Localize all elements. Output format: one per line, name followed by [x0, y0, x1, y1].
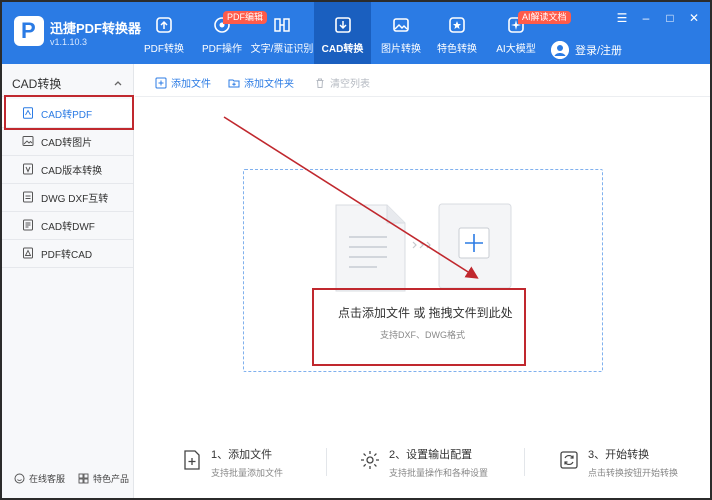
add-folder-button[interactable]: 添加文件夹	[228, 75, 294, 90]
nav-label: PDF转换	[144, 44, 184, 55]
step-desc: 支持批量添加文件	[211, 468, 284, 478]
file-toolbar: 添加文件 添加文件夹 清空列表	[135, 64, 710, 97]
step-add-file: 1、添加文件 支持批量添加文件	[181, 446, 283, 479]
headset-icon	[14, 473, 25, 484]
sidebar-item-label: DWG DXF互转	[41, 193, 109, 205]
image-convert-icon	[393, 18, 409, 32]
nav-feature-convert[interactable]: 特色转换	[436, 2, 478, 64]
sidebar-item-cad-to-image[interactable]: CAD转图片	[2, 127, 133, 155]
add-plus-illustration-icon	[438, 203, 512, 289]
add-file-icon	[155, 77, 167, 88]
nav-label: 特色转换	[437, 44, 477, 55]
logo-letter-p-icon: P	[21, 18, 36, 43]
minimize-icon[interactable]: –	[638, 10, 654, 26]
sidebar-divider	[2, 267, 133, 268]
featured-products-label: 特色产品	[93, 474, 130, 484]
nav-label: 图片转换	[381, 44, 421, 55]
app-version: v1.1.10.3	[50, 37, 88, 47]
sidebar-heading-label: CAD转换	[12, 76, 62, 91]
step-output-settings: 2、设置输出配置 支持批量操作和各种设置	[359, 446, 488, 479]
sidebar-item-dwg-dxf[interactable]: DWG DXF互转	[2, 183, 133, 211]
window-controls: ☰ – □ ✕	[614, 10, 702, 26]
login-register-button[interactable]: 登录/注册	[551, 41, 622, 59]
app-logo: P	[14, 16, 44, 46]
online-service-label: 在线客服	[29, 474, 66, 484]
nav-label: AI大模型	[496, 44, 536, 55]
sidebar-item-cad-version[interactable]: CAD版本转换	[2, 155, 133, 183]
nav-ocr[interactable]: 文字/票证识别	[250, 2, 314, 64]
sidebar-item-label: PDF转CAD	[41, 249, 93, 261]
nav-label: 文字/票证识别	[250, 44, 314, 55]
annotation-highlight-sidebar	[4, 95, 134, 130]
add-folder-label: 添加文件夹	[244, 79, 294, 90]
top-bar: P 迅捷PDF转换器 v1.1.10.3 PDF转换 PDF操作 PDF编辑 文…	[2, 2, 710, 64]
annotation-highlight-drop-text	[312, 288, 526, 366]
add-file-label: 添加文件	[171, 79, 211, 90]
swap-file-icon	[23, 191, 33, 203]
step-divider	[326, 448, 327, 476]
nav-label: PDF操作	[202, 44, 242, 55]
dwf-file-icon	[23, 219, 33, 231]
document-illustration-icon	[335, 204, 406, 292]
cad-convert-icon	[334, 17, 351, 33]
add-file-button[interactable]: 添加文件	[155, 75, 211, 90]
sidebar-item-pdf-to-cad[interactable]: PDF转CAD	[2, 239, 133, 267]
step-start-convert: 3、开始转换 点击转换按钮开始转换	[558, 446, 678, 479]
app-window: P 迅捷PDF转换器 v1.1.10.3 PDF转换 PDF操作 PDF编辑 文…	[0, 0, 712, 500]
gear-icon	[361, 451, 379, 469]
avatar-icon	[551, 41, 569, 59]
add-folder-icon	[228, 79, 240, 87]
step-title: 1、添加文件	[211, 449, 273, 461]
products-grid-icon	[78, 473, 89, 484]
trash-icon	[316, 78, 324, 88]
feature-convert-icon	[449, 17, 465, 33]
sidebar-item-label: CAD版本转换	[41, 165, 103, 177]
step-divider	[524, 448, 525, 476]
clear-list-label: 清空列表	[330, 79, 370, 90]
maximize-icon[interactable]: □	[662, 10, 678, 26]
nav-cad-convert[interactable]: CAD转换	[314, 2, 371, 64]
nav-pdf-convert[interactable]: PDF转换	[142, 2, 186, 64]
refresh-convert-icon	[560, 451, 578, 469]
login-label: 登录/注册	[575, 45, 623, 57]
sidebar-item-cad-to-dwf[interactable]: CAD转DWF	[2, 211, 133, 239]
arrow-dots-icon	[412, 241, 431, 249]
cad-file-icon	[23, 247, 33, 259]
featured-products-button[interactable]: 特色产品	[78, 472, 129, 485]
step-title: 2、设置输出配置	[389, 449, 473, 461]
nav-image-convert[interactable]: 图片转换	[378, 2, 424, 64]
chevron-up-icon	[114, 81, 122, 86]
step-desc: 支持批量操作和各种设置	[389, 468, 489, 478]
ocr-icon	[274, 18, 290, 32]
sidebar-item-label: CAD转图片	[41, 137, 93, 149]
close-icon[interactable]: ✕	[686, 10, 702, 26]
add-document-icon	[184, 450, 200, 470]
ai-doc-badge: AI解读文档	[518, 11, 571, 24]
clear-list-button[interactable]: 清空列表	[314, 75, 370, 90]
sidebar-heading[interactable]: CAD转换	[2, 70, 133, 96]
nav-label: CAD转换	[321, 44, 364, 55]
online-service-button[interactable]: 在线客服	[14, 472, 65, 485]
step-desc: 点击转换按钮开始转换	[588, 468, 679, 478]
menu-icon[interactable]: ☰	[614, 10, 630, 26]
pdf-convert-icon	[156, 17, 172, 33]
image-file-icon	[22, 136, 34, 146]
app-title: 迅捷PDF转换器	[50, 21, 142, 36]
sidebar-item-label: CAD转DWF	[41, 221, 95, 233]
version-icon	[23, 163, 33, 175]
step-title: 3、开始转换	[588, 449, 650, 461]
